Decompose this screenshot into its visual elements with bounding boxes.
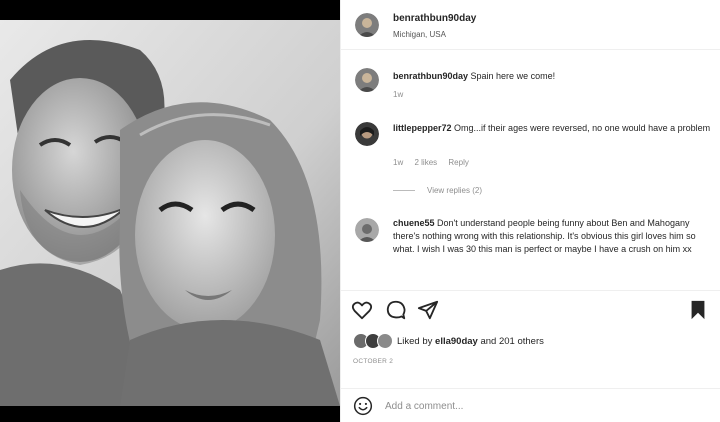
liker-avatars — [353, 333, 397, 349]
view-replies-button[interactable]: View replies (2) — [393, 186, 482, 195]
reply-button[interactable]: Reply — [448, 158, 468, 167]
liker-username[interactable]: ella90day — [435, 336, 478, 347]
comment-username[interactable]: benrathbun90day — [393, 71, 468, 81]
add-comment-bar — [341, 388, 720, 422]
add-comment-input[interactable] — [385, 397, 685, 415]
author-username[interactable]: benrathbun90day — [393, 13, 476, 24]
author-avatar[interactable] — [355, 13, 379, 37]
replies-divider-line — [393, 190, 415, 191]
likes-summary: Liked by ella90day and 201 others — [353, 332, 544, 350]
comment-text: Spain here we come! — [470, 71, 556, 81]
send-icon[interactable] — [417, 299, 439, 321]
comment-meta: 1w — [393, 90, 412, 99]
liker-avatar[interactable] — [377, 333, 393, 349]
comment-avatar[interactable] — [355, 122, 379, 146]
likes-others[interactable]: and 201 others — [480, 336, 543, 347]
view-replies-label: View replies (2) — [427, 186, 482, 195]
post-photo-pane — [0, 0, 340, 422]
post-date[interactable]: OCTOBER 2 — [353, 358, 393, 365]
comment-text: Omg...if their ages were reversed, no on… — [454, 123, 711, 133]
post-photo[interactable] — [0, 20, 340, 406]
comment-bubble-icon[interactable] — [385, 299, 407, 321]
comment-username[interactable]: littlepepper72 — [393, 123, 452, 133]
comment-avatar[interactable] — [355, 218, 379, 242]
comment-likes-count[interactable]: 2 likes — [414, 158, 437, 167]
comments-list[interactable]: benrathbun90day Spain here we come! 1w l… — [341, 50, 720, 290]
comment-body: littlepepper72 Omg...if their ages were … — [393, 122, 711, 135]
comment-time: 1w — [393, 90, 404, 99]
bookmark-icon[interactable] — [687, 299, 709, 321]
comment-time: 1w — [393, 158, 404, 167]
comment-body: chuene55 Don't understand people being f… — [393, 217, 711, 256]
post-header: benrathbun90day Michigan, USA — [341, 0, 720, 50]
likes-prefix: Liked by — [397, 335, 433, 347]
emoji-smile-icon[interactable] — [353, 396, 373, 416]
post-side-panel: benrathbun90day Michigan, USA benrathbun… — [340, 0, 720, 422]
comment-body: benrathbun90day Spain here we come! — [393, 70, 711, 83]
comment-meta: 1w 2 likes Reply — [393, 158, 478, 167]
comment-username[interactable]: chuene55 — [393, 218, 435, 228]
post-photo-image — [0, 20, 340, 406]
heart-icon[interactable] — [351, 299, 373, 321]
post-location[interactable]: Michigan, USA — [393, 30, 446, 39]
post-actions-bar — [341, 290, 720, 330]
likes-text: Liked by ella90day and 201 others — [397, 336, 544, 347]
comment-avatar[interactable] — [355, 68, 379, 92]
comment-text: Don't understand people being funny abou… — [393, 218, 696, 254]
